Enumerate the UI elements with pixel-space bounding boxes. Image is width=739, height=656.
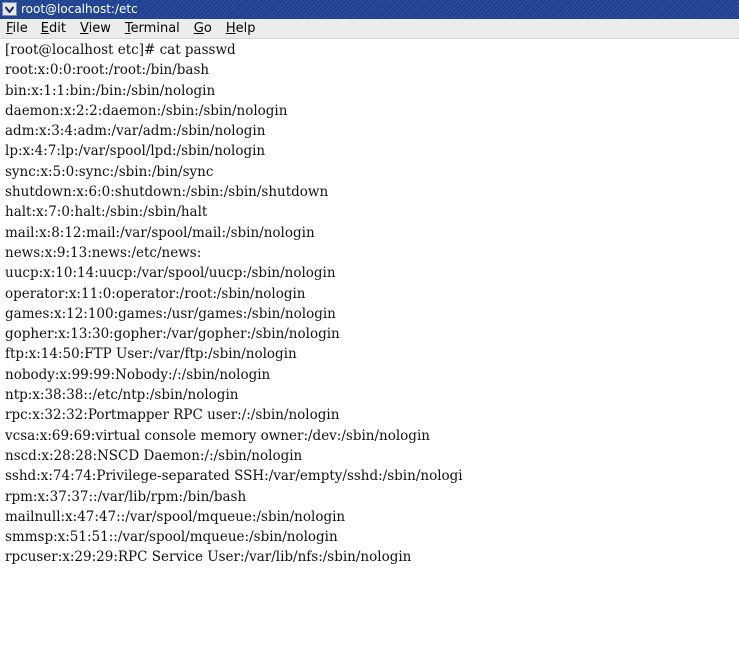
terminal-line: ntp:x:38:38::/etc/ntp:/sbin/nologin	[5, 387, 239, 404]
terminal-line: games:x:12:100:games:/usr/games:/sbin/no…	[5, 305, 336, 322]
terminal-line: rpc:x:32:32:Portmapper RPC user:/:/sbin/…	[5, 407, 340, 424]
title-bar[interactable]: root@localhost:/etc	[0, 0, 739, 19]
terminal-line: shutdown:x:6:0:shutdown:/sbin:/sbin/shut…	[5, 184, 329, 201]
menu-view-mnemonic: V	[79, 20, 89, 36]
terminal-window: root@localhost:/etc File Edit View Termi…	[0, 0, 739, 656]
menu-edit[interactable]: Edit	[41, 20, 66, 38]
terminal-line: nobody:x:99:99:Nobody:/:/sbin/nologin	[5, 366, 271, 383]
menu-view[interactable]: View	[80, 20, 111, 38]
terminal-line: mail:x:8:12:mail:/var/spool/mail:/sbin/n…	[5, 224, 315, 241]
terminal-line: uucp:x:10:14:uucp:/var/spool/uucp:/sbin/…	[5, 265, 336, 282]
menu-view-label: iew	[88, 20, 111, 36]
terminal-line: rpm:x:37:37::/var/lib/rpm:/bin/bash	[5, 488, 247, 505]
terminal-line: operator:x:11:0:operator:/root:/sbin/nol…	[5, 285, 306, 302]
menu-terminal[interactable]: Terminal	[125, 20, 180, 38]
terminal-line: bin:x:1:1:bin:/bin:/sbin/nologin	[5, 82, 216, 99]
terminal-line: ftp:x:14:50:FTP User:/var/ftp:/sbin/nolo…	[5, 346, 297, 363]
window-title: root@localhost:/etc	[21, 2, 138, 16]
terminal-line: root:x:0:0:root:/root:/bin/bash	[5, 62, 210, 79]
terminal-line: sshd:x:74:74:Privilege-separated SSH:/va…	[5, 468, 463, 485]
menu-go-label: o	[203, 20, 212, 36]
menu-help-label: elp	[235, 20, 256, 36]
terminal-line: rpcuser:x:29:29:RPC Service User:/var/li…	[5, 549, 412, 566]
menu-edit-label: dit	[49, 20, 66, 36]
chevron-down-icon[interactable]	[2, 2, 17, 16]
terminal-line: sync:x:5:0:sync:/sbin:/bin/sync	[5, 163, 214, 180]
terminal-output[interactable]: [root@localhost etc]# cat passwd root:x:…	[0, 40, 739, 656]
terminal-line: news:x:9:13:news:/etc/news:	[5, 244, 202, 261]
terminal-line: vcsa:x:69:69:virtual console memory owne…	[5, 427, 430, 444]
menu-bar: File Edit View Terminal Go Help	[0, 19, 739, 39]
terminal-line: mailnull:x:47:47::/var/spool/mqueue:/sbi…	[5, 508, 346, 525]
terminal-line: halt:x:7:0:halt:/sbin:/sbin/halt	[5, 204, 208, 221]
menu-file-label: ile	[12, 20, 28, 36]
terminal-line: nscd:x:28:28:NSCD Daemon:/:/sbin/nologin	[5, 447, 303, 464]
menu-terminal-label: erminal	[130, 20, 180, 36]
terminal-line: lp:x:4:7:lp:/var/spool/lpd:/sbin/nologin	[5, 143, 266, 160]
menu-go-mnemonic: G	[193, 20, 204, 36]
terminal-line: smmsp:x:51:51::/var/spool/mqueue:/sbin/n…	[5, 529, 338, 546]
menu-help[interactable]: Help	[226, 20, 256, 38]
menu-file[interactable]: File	[6, 20, 28, 38]
terminal-line: gopher:x:13:30:gopher:/var/gopher:/sbin/…	[5, 326, 340, 343]
terminal-line: [root@localhost etc]# cat passwd	[5, 42, 236, 58]
terminal-line: adm:x:3:4:adm:/var/adm:/sbin/nologin	[5, 123, 266, 140]
menu-help-mnemonic: H	[225, 20, 236, 36]
menu-edit-mnemonic: E	[40, 20, 49, 36]
terminal-line: daemon:x:2:2:daemon:/sbin:/sbin/nologin	[5, 102, 288, 119]
menu-go[interactable]: Go	[194, 20, 212, 38]
